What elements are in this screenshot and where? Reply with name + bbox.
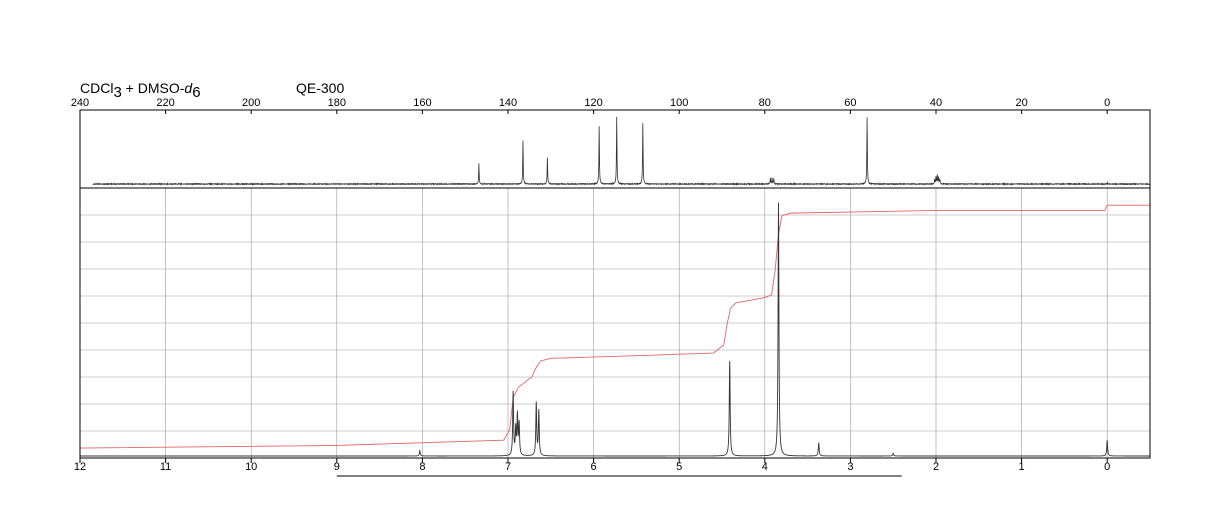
proton-tick-label: 11	[160, 461, 171, 473]
carbon-tick-label: 200	[242, 97, 260, 109]
proton-tick-label: 5	[676, 461, 682, 473]
carbon-spectrum-trace	[92, 116, 1151, 186]
carbon-tick-label: 60	[844, 97, 856, 109]
proton-tick-label: 2	[933, 461, 939, 473]
carbon-tick-label: 140	[499, 97, 517, 109]
proton-tick-label: 10	[245, 461, 257, 473]
carbon-panel-frame	[79, 109, 1151, 189]
carbon-tick-label: 40	[930, 97, 942, 109]
proton-tick-label: 3	[847, 461, 853, 473]
carbon-tick-label: 240	[71, 97, 89, 109]
carbon-tick-label: 160	[413, 97, 431, 109]
proton-spectrum-panel: 12 11 10 9 8 7 6 5 4 3 2 1 0	[74, 187, 1151, 477]
proton-tick-label: 4	[762, 461, 768, 473]
proton-tick-label: 0	[1104, 461, 1110, 473]
proton-tick-label: 8	[419, 461, 425, 473]
proton-tick-label: 6	[591, 461, 597, 473]
instrument-label: QE-300	[296, 80, 344, 96]
proton-spectrum-trace	[80, 202, 1150, 457]
proton-integral-curve	[79, 204, 1150, 449]
carbon-tick-label: 20	[1015, 97, 1027, 109]
carbon-tick-label: 120	[584, 97, 602, 109]
carbon-tick-label: 80	[759, 97, 771, 109]
nmr-spectrum-figure: CDCl3 + DMSO-d6 QE-300 240 220 200 180 160 14…	[71, 80, 1151, 477]
solvent-label: CDCl3 + DMSO-d6	[80, 80, 201, 101]
carbon-tick-label: 0	[1104, 97, 1110, 109]
proton-tick-label: 9	[334, 461, 340, 473]
carbon-tick-label: 100	[670, 97, 688, 109]
carbon-spectrum-panel: 240 220 200 180 160 140 120 100 80 60 40 20 0	[71, 97, 1151, 189]
proton-tick-label: 12	[74, 461, 86, 473]
proton-tick-label: 1	[1019, 461, 1025, 473]
carbon-tick-label: 180	[328, 97, 346, 109]
carbon-axis-ticks: 240 220 200 180 160 140 120 100 80 60 40 20 0	[71, 97, 1110, 114]
proton-tick-label: 7	[505, 461, 511, 473]
carbon-tick-label: 220	[156, 97, 174, 109]
proton-grid	[79, 188, 1150, 458]
proton-axis-ticks: 12 11 10 9 8 7 6 5 4 3 2 1 0	[74, 458, 1110, 473]
